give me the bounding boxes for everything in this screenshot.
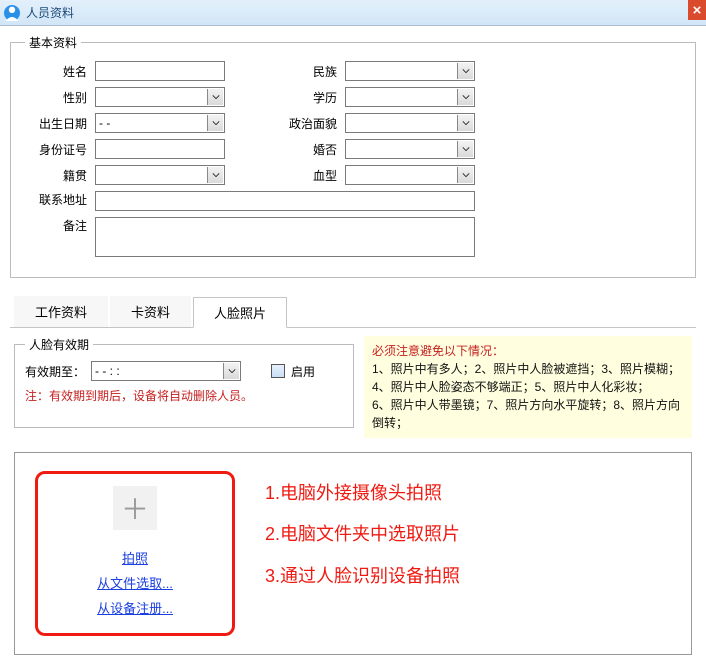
link-shoot[interactable]: 拍照	[48, 548, 222, 567]
warnings-line: 6、照片中人带墨镜；7、照片方向水平旋转；8、照片方向倒转；	[372, 396, 684, 432]
add-photo-placeholder[interactable]: ＋	[113, 486, 157, 530]
chevron-down-icon	[457, 115, 473, 131]
close-button[interactable]	[688, 0, 706, 20]
select-native[interactable]	[95, 165, 225, 185]
label-addr: 联系地址	[25, 191, 95, 211]
close-icon	[693, 6, 701, 14]
chevron-down-icon	[457, 89, 473, 105]
input-birthdate[interactable]: - -	[95, 113, 225, 133]
tab-panel-face: 人脸有效期 有效期至： - - : : 启用 注：有效期到期后，设备将自动删除人…	[10, 328, 696, 655]
photo-actions-highlight: ＋ 拍照 从文件选取... 从设备注册...	[35, 471, 235, 636]
basic-info-group: 基本资料 姓名 民族 性别 学历 出生日期 - - 政治面貌 身份证号 婚否 籍…	[10, 34, 696, 278]
input-valid-until[interactable]: - - : :	[91, 361, 241, 381]
label-edu: 学历	[225, 89, 345, 106]
chevron-down-icon	[207, 89, 223, 105]
select-ethnic[interactable]	[345, 61, 475, 81]
link-register-device[interactable]: 从设备注册...	[48, 598, 222, 617]
validity-note: 注：有效期到期后，设备将自动删除人员。	[25, 387, 343, 404]
input-remark[interactable]	[95, 217, 475, 257]
annotation-line: 2.电脑文件夹中选取照片	[265, 514, 460, 555]
select-edu[interactable]	[345, 87, 475, 107]
label-until: 有效期至：	[25, 363, 85, 380]
plus-icon: ＋	[121, 488, 149, 528]
label-gender: 性别	[25, 89, 95, 106]
photo-area: ＋ 拍照 从文件选取... 从设备注册... 1.电脑外接摄像头拍照 2.电脑文…	[14, 452, 692, 655]
warnings-line: 4、照片中人脸姿态不够端正；5、照片中人化彩妆；	[372, 378, 684, 396]
label-name: 姓名	[25, 63, 95, 80]
label-idno: 身份证号	[25, 141, 95, 158]
chevron-down-icon	[457, 141, 473, 157]
chevron-down-icon	[223, 363, 239, 379]
photo-annotations: 1.电脑外接摄像头拍照 2.电脑文件夹中选取照片 3.通过人脸识别设备拍照	[265, 471, 460, 636]
select-gender[interactable]	[95, 87, 225, 107]
input-addr[interactable]	[95, 191, 475, 211]
label-native: 籍贯	[25, 167, 95, 184]
annotation-line: 3.通过人脸识别设备拍照	[265, 556, 460, 597]
label-politics: 政治面貌	[225, 115, 345, 132]
chevron-down-icon	[457, 167, 473, 183]
select-blood[interactable]	[345, 165, 475, 185]
tab-face[interactable]: 人脸照片	[193, 297, 287, 328]
tabs: 工作资料 卡资料 人脸照片	[10, 296, 696, 328]
chevron-down-icon	[207, 115, 223, 131]
basic-info-legend: 基本资料	[25, 34, 81, 51]
label-ethnic: 民族	[225, 63, 345, 80]
face-validity-legend: 人脸有效期	[25, 336, 93, 353]
checkbox-enable[interactable]	[271, 364, 285, 378]
label-blood: 血型	[225, 167, 345, 184]
select-marriage[interactable]	[345, 139, 475, 159]
tab-work[interactable]: 工作资料	[14, 296, 108, 327]
label-remark: 备注	[25, 217, 95, 257]
annotation-line: 1.电脑外接摄像头拍照	[265, 473, 460, 514]
window-titlebar: 人员资料	[0, 0, 706, 26]
label-marriage: 婚否	[225, 141, 345, 158]
warnings-box: 必须注意避免以下情况： 1、照片中有多人；2、照片中人脸被遮挡；3、照片模糊； …	[364, 336, 692, 438]
warnings-line: 1、照片中有多人；2、照片中人脸被遮挡；3、照片模糊；	[372, 360, 684, 378]
label-birth: 出生日期	[25, 115, 95, 132]
chevron-down-icon	[457, 63, 473, 79]
face-validity-group: 人脸有效期 有效期至： - - : : 启用 注：有效期到期后，设备将自动删除人…	[14, 336, 354, 428]
input-name[interactable]	[95, 61, 225, 81]
chevron-down-icon	[207, 167, 223, 183]
select-politics[interactable]	[345, 113, 475, 133]
tab-card[interactable]: 卡资料	[110, 296, 191, 327]
input-idno[interactable]	[95, 139, 225, 159]
warnings-head: 必须注意避免以下情况：	[372, 342, 684, 360]
person-icon	[4, 5, 20, 21]
window-title: 人员资料	[26, 4, 74, 21]
label-enable: 启用	[291, 363, 315, 380]
link-select-file[interactable]: 从文件选取...	[48, 573, 222, 592]
